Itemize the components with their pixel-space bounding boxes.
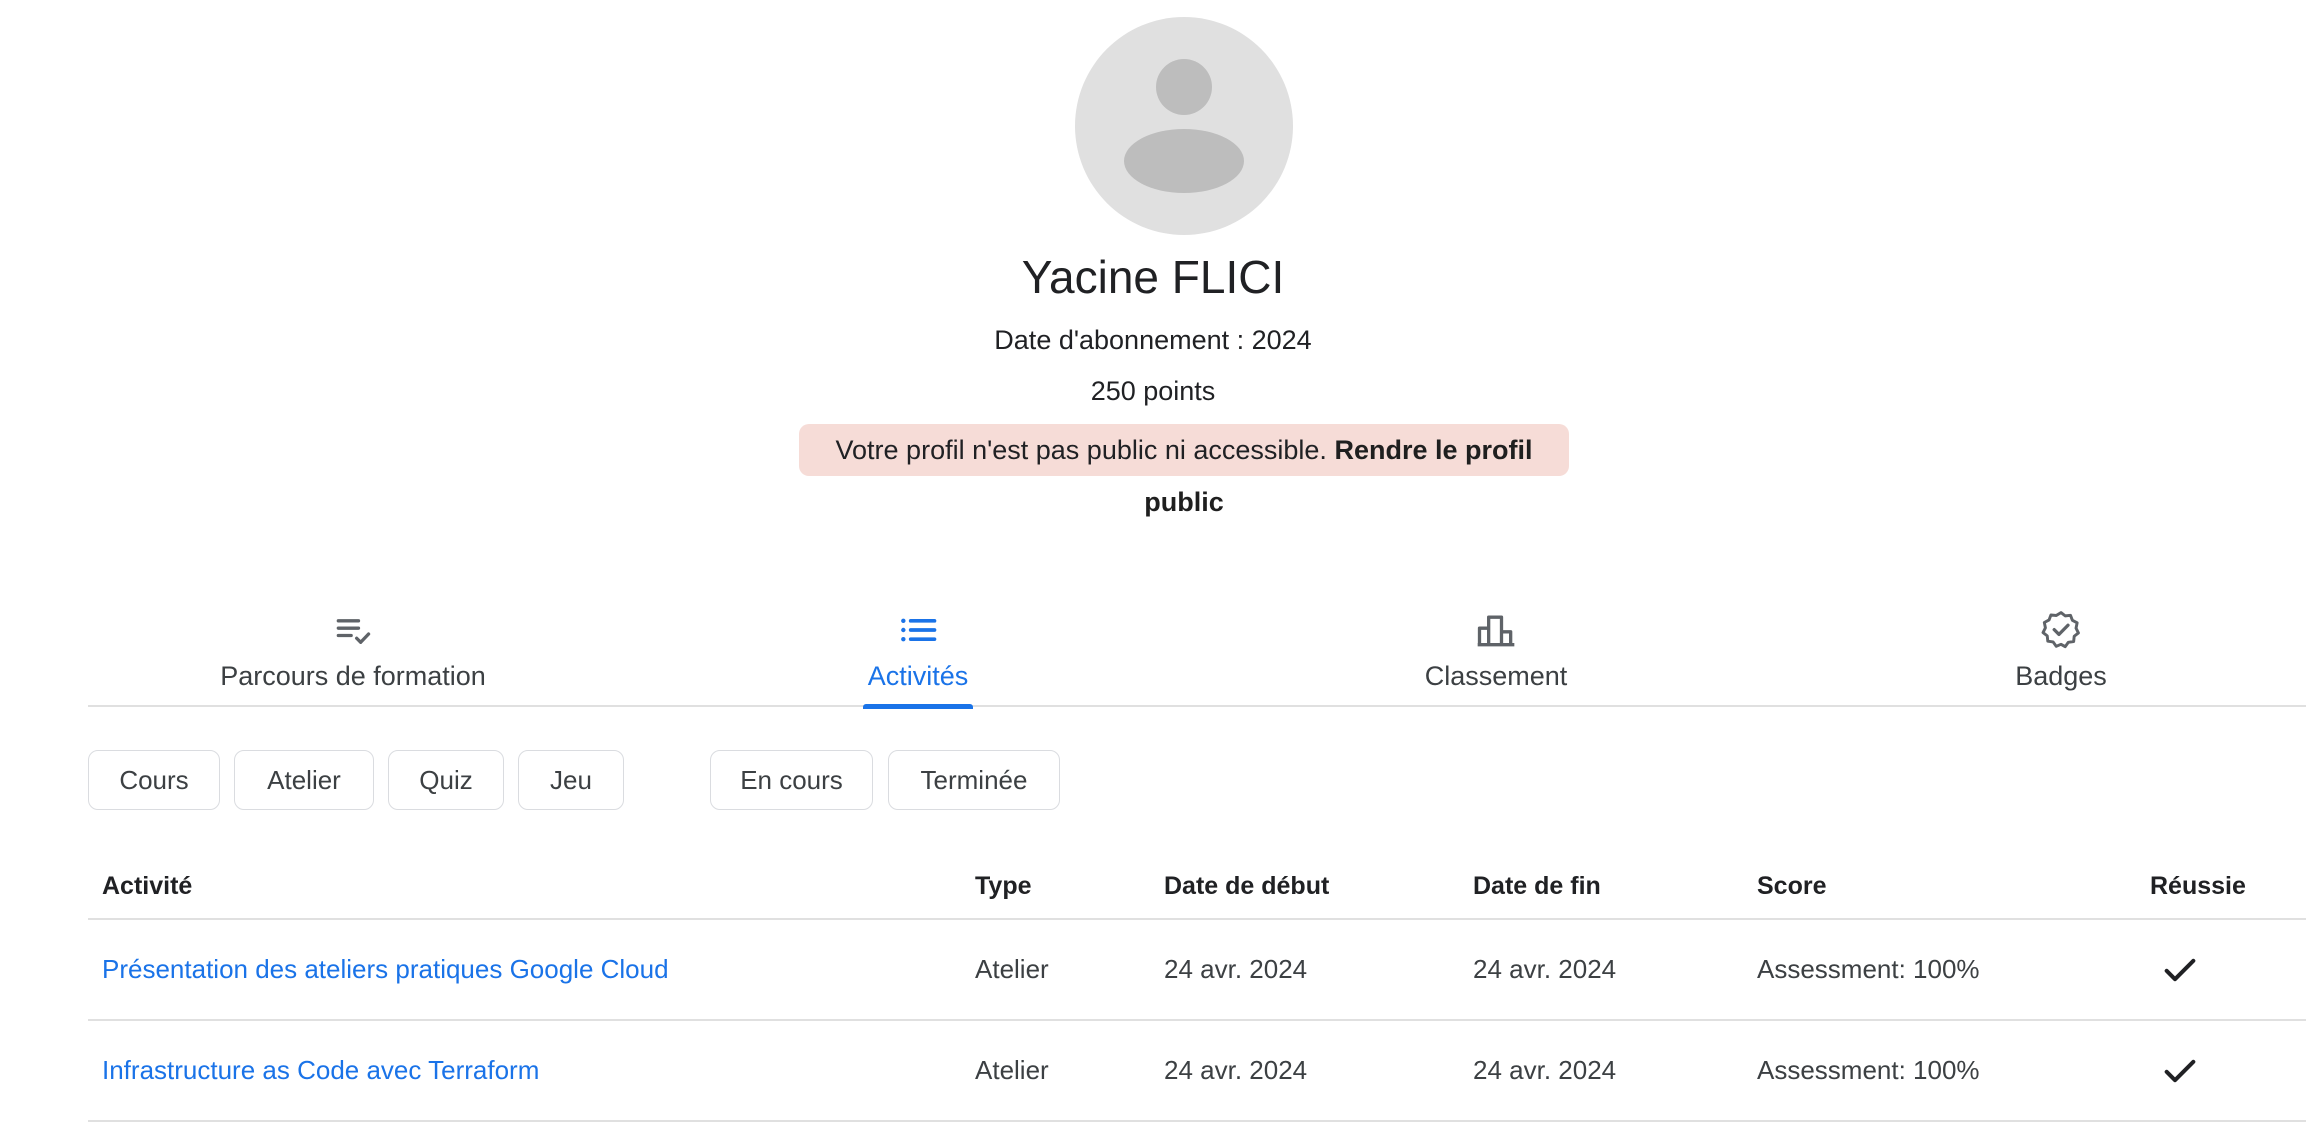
activity-link[interactable]: Présentation des ateliers pratiques Goog… (102, 920, 669, 1019)
privacy-notice-text: Votre profil n'est pas public ni accessi… (835, 435, 1327, 465)
filter-chip-quiz[interactable]: Quiz (388, 750, 504, 810)
leaderboard-icon (1477, 615, 1515, 647)
activity-type: Atelier (975, 1055, 1049, 1085)
header-end-date: Date de fin (1473, 871, 1601, 900)
tab-learning-paths-label: Parcours de formation (220, 661, 486, 691)
privacy-notice: Votre profil n'est pas public ni accessi… (799, 424, 1569, 517)
activity-score: Assessment: 100% (1757, 954, 1980, 984)
header-score: Score (1757, 871, 1827, 900)
filter-chip-in-progress[interactable]: En cours (710, 750, 873, 810)
passed-cell (2150, 1021, 2200, 1120)
playlist-check-icon (336, 619, 371, 644)
header-start-date: Date de début (1164, 871, 1330, 900)
tab-leaderboard[interactable]: Classement (1386, 590, 1606, 707)
activity-type: Atelier (975, 954, 1049, 984)
check-icon (2164, 1059, 2196, 1082)
filter-chip-workshop[interactable]: Atelier (234, 750, 374, 810)
filter-chip-completed[interactable]: Terminée (888, 750, 1060, 810)
table-header: Activité Type Date de début Date de fin … (88, 858, 2306, 920)
avatar-head-shape (1156, 59, 1212, 115)
activities-table: Activité Type Date de début Date de fin … (88, 858, 2306, 1122)
subscription-date: Date d'abonnement : 2024 (994, 325, 1312, 355)
activity-start-date: 24 avr. 2024 (1164, 1055, 1308, 1085)
list-icon (901, 618, 937, 642)
activity-end-date: 24 avr. 2024 (1473, 954, 1617, 984)
tab-badges[interactable]: Badges (1981, 590, 2141, 707)
verified-badge-icon (2041, 611, 2080, 649)
profile-name: Yacine FLICI (1021, 251, 1285, 303)
avatar (1075, 17, 1293, 235)
profile-tabs: Parcours de formation Activités Classeme… (88, 590, 2306, 709)
filter-chip-course[interactable]: Cours (88, 750, 220, 810)
avatar-body-shape (1124, 129, 1244, 193)
filter-chip-game[interactable]: Jeu (518, 750, 624, 810)
header-passed: Réussie (2150, 871, 2246, 900)
tab-activities[interactable]: Activités (863, 590, 973, 709)
table-row: Infrastructure as Code avec Terraform At… (88, 1021, 2306, 1122)
activity-start-date: 24 avr. 2024 (1164, 954, 1308, 984)
points-count: 250 points (1090, 376, 1216, 406)
header-type: Type (975, 871, 1032, 900)
tab-leaderboard-label: Classement (1424, 661, 1568, 691)
header-activity: Activité (102, 871, 193, 900)
check-icon (2164, 958, 2196, 981)
activity-end-date: 24 avr. 2024 (1473, 1055, 1617, 1085)
tab-badges-label: Badges (2015, 661, 2107, 691)
activity-link[interactable]: Infrastructure as Code avec Terraform (102, 1021, 539, 1120)
passed-cell (2150, 920, 2200, 1019)
table-row: Présentation des ateliers pratiques Goog… (88, 920, 2306, 1021)
activity-score: Assessment: 100% (1757, 1055, 1980, 1085)
tab-learning-paths[interactable]: Parcours de formation (203, 590, 503, 707)
tab-activities-label: Activités (867, 661, 969, 691)
